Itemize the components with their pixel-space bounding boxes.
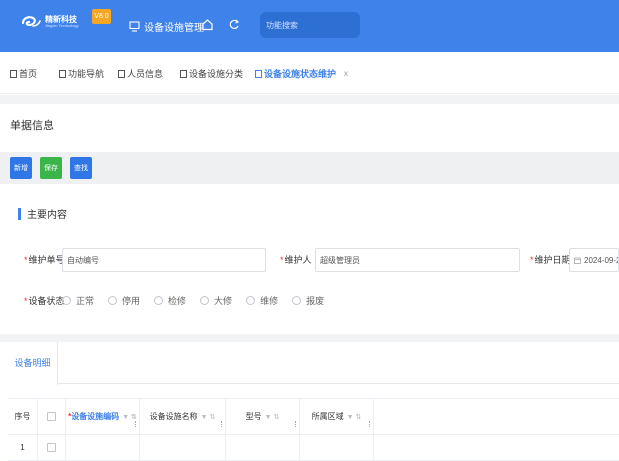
row-area-cell[interactable]: [300, 435, 374, 460]
new-button[interactable]: 新增: [10, 157, 32, 179]
radio-circle: [200, 296, 210, 305]
menu-label: 设备设施管理: [144, 23, 204, 34]
refresh-icon[interactable]: [228, 18, 240, 31]
col-code[interactable]: * 设备设施编码 ▼ ⇅: [66, 399, 140, 434]
status-radio-scrapped[interactable]: 报废: [292, 294, 324, 307]
close-tab-icon[interactable]: x: [344, 69, 348, 78]
divider: [0, 334, 619, 342]
calendar-icon: [574, 257, 581, 264]
row-seq: 1: [8, 435, 38, 460]
col-select-all: [38, 399, 66, 434]
menu-button[interactable]: 设备设施管理: [129, 19, 204, 34]
row-select: [38, 435, 66, 460]
row-code-cell[interactable]: [66, 435, 140, 460]
maintainer-input[interactable]: [315, 248, 520, 272]
monitor-icon: [129, 21, 140, 32]
column-resize-handle[interactable]: [369, 421, 370, 427]
table-row[interactable]: 1: [8, 435, 619, 461]
tab-function-nav[interactable]: 功能导航: [59, 67, 104, 80]
version-badge: V8.0: [92, 9, 111, 24]
row-checkbox[interactable]: [47, 443, 56, 452]
select-all-checkbox[interactable]: [47, 412, 56, 421]
tab-equipment-detail[interactable]: 设备明细: [8, 342, 58, 385]
tab-bar: 首页 功能导航 人员信息 设备设施分类 设备设施状态维护 x: [0, 52, 619, 94]
col-model[interactable]: 型号 ▼ ⇅: [226, 399, 300, 434]
tab-personnel-info[interactable]: 人员信息: [118, 67, 163, 80]
radio-circle: [154, 296, 164, 305]
query-button[interactable]: 查找: [70, 157, 92, 179]
divider: [0, 95, 619, 104]
logo[interactable]: 精新科技 Jingxin Technology: [20, 14, 79, 30]
page-title: 单据信息: [10, 120, 54, 132]
filter-sort-icon[interactable]: ▼ ⇅: [265, 413, 280, 421]
filter-sort-icon[interactable]: ▼ ⇅: [347, 413, 362, 421]
status-radio-group: 正常 停用 检修 大修 维修 报废: [62, 294, 338, 307]
document-icon: [10, 69, 17, 78]
row-model-cell[interactable]: [226, 435, 300, 460]
logo-en: Jingxin Technology: [45, 23, 79, 28]
card-title: 主要内容: [27, 210, 67, 221]
main-content-card: 主要内容 *维护单号 *维护人 *维护日期 2024-09-26 *设备状态 正…: [10, 192, 619, 334]
toolbar: 新增 保存 查找: [0, 152, 619, 184]
status-radio-inspection[interactable]: 检修: [154, 294, 186, 307]
maint-date-picker[interactable]: 2024-09-26: [569, 248, 619, 272]
save-button[interactable]: 保存: [40, 157, 62, 179]
document-icon: [255, 69, 262, 78]
column-resize-handle[interactable]: [295, 421, 296, 427]
status-radio-repair[interactable]: 维修: [246, 294, 278, 307]
filter-sort-icon[interactable]: ▼ ⇅: [201, 413, 216, 421]
row-name-cell[interactable]: [140, 435, 226, 460]
tab-equipment-status-maintenance[interactable]: 设备设施状态维护 x: [255, 67, 348, 80]
top-bar: 精新科技 Jingxin Technology V8.0 设备设施管理: [0, 0, 619, 52]
accent-bar: [18, 207, 21, 220]
col-name[interactable]: 设备设施名称 ▼ ⇅: [140, 399, 226, 434]
column-resize-handle[interactable]: [135, 421, 136, 427]
detail-tab-bar: 设备明细: [8, 342, 619, 385]
column-resize-handle[interactable]: [221, 421, 222, 427]
card-header: 主要内容: [18, 206, 67, 221]
col-seq: 序号: [8, 399, 38, 434]
maint-date-label: *维护日期: [530, 255, 571, 265]
function-search-input[interactable]: [260, 12, 360, 38]
status-radio-disabled[interactable]: 停用: [108, 294, 140, 307]
radio-circle: [292, 296, 302, 305]
maint-no-input[interactable]: [62, 248, 266, 272]
status-radio-normal[interactable]: 正常: [62, 294, 94, 307]
tab-equipment-category[interactable]: 设备设施分类: [180, 67, 243, 80]
document-icon: [180, 69, 187, 78]
maint-no-label: *维护单号: [24, 255, 65, 265]
grid-header: 序号 * 设备设施编码 ▼ ⇅ 设备设施名称 ▼ ⇅ 型号 ▼ ⇅ 所属区域 ▼ …: [8, 398, 619, 435]
document-icon: [59, 69, 66, 78]
radio-circle: [108, 296, 118, 305]
document-icon: [118, 69, 125, 78]
radio-circle: [246, 296, 256, 305]
status-label: *设备状态: [24, 296, 65, 306]
logo-mark-icon: [21, 16, 41, 27]
radio-circle: [62, 296, 71, 305]
col-area[interactable]: 所属区域 ▼ ⇅: [300, 399, 374, 434]
maintainer-label: *维护人: [280, 255, 312, 265]
tab-home[interactable]: 首页: [10, 67, 37, 80]
filter-sort-icon[interactable]: ▼ ⇅: [122, 413, 137, 421]
status-radio-overhaul[interactable]: 大修: [200, 294, 232, 307]
home-icon[interactable]: [201, 18, 214, 31]
